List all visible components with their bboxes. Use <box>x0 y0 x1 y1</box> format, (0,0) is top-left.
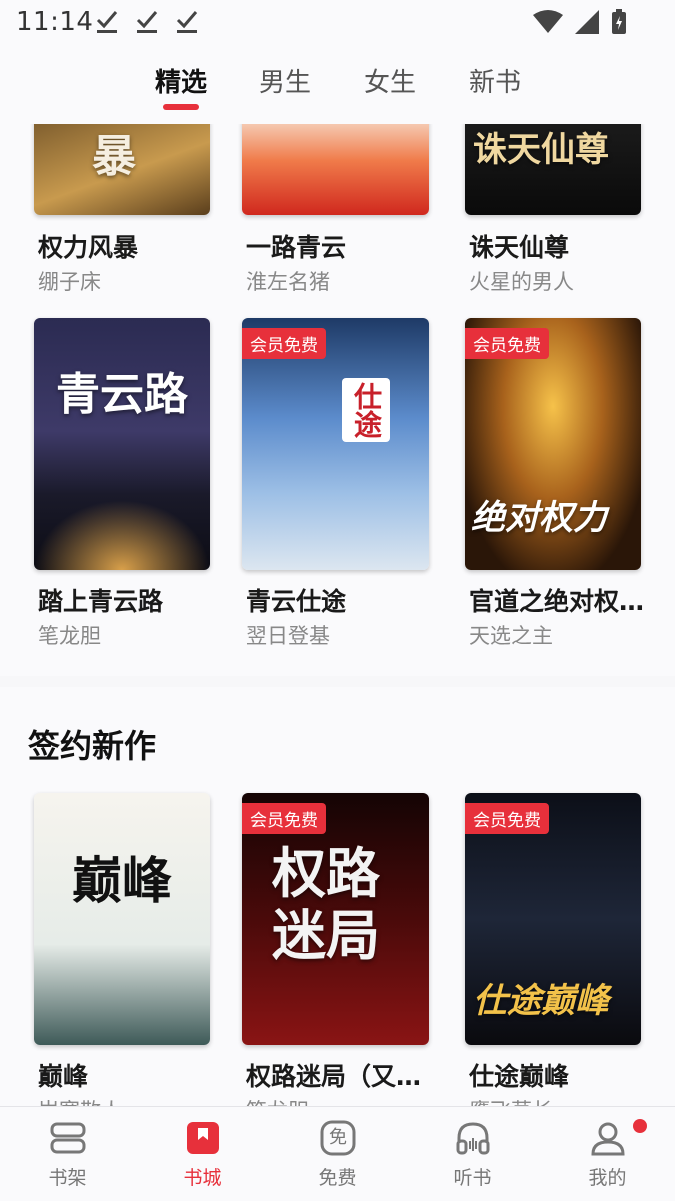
cover-title-text: 诛天仙尊 <box>473 130 609 170</box>
book-cover[interactable]: 青云路 <box>34 318 210 570</box>
book-title[interactable]: 官道之绝对权… <box>469 582 644 618</box>
cover-title-text: 绝对权力 <box>471 498 607 538</box>
signed-new-works-section: 签约新作 巅峰 巅峰 岁寒散人 会员免费 权路迷局 权路迷局（又… 笔龙胆 会员… <box>0 687 675 1106</box>
book-cover[interactable]: 会员免费 权路迷局 <box>242 793 429 1045</box>
download-done-icon <box>176 11 198 33</box>
status-time: 11:14 <box>16 7 94 37</box>
download-done-icon <box>96 11 118 33</box>
wifi-icon <box>533 10 563 33</box>
notification-icons <box>96 8 198 34</box>
member-free-badge: 会员免费 <box>465 328 549 359</box>
cover-title-text: 仕途 <box>342 378 390 442</box>
book-author: 淮左名猪 <box>246 270 330 294</box>
book-author: 笔龙胆 <box>246 1095 309 1106</box>
member-free-badge: 会员免费 <box>242 328 326 359</box>
book-author: 天选之主 <box>469 624 553 648</box>
nav-label: 听书 <box>453 1167 492 1189</box>
book-cover[interactable]: 暴 <box>34 124 210 215</box>
nav-label: 书架 <box>48 1167 87 1189</box>
cover-title-text: 青云路 <box>56 369 188 420</box>
tab-female[interactable]: 女生 <box>364 62 416 99</box>
book-title[interactable]: 权路迷局（又… <box>246 1057 421 1093</box>
book-cover[interactable]: 巅峰 <box>34 793 210 1045</box>
book-title[interactable]: 一路青云 <box>246 228 346 264</box>
book-title[interactable]: 仕途巅峰 <box>469 1057 569 1093</box>
active-tab-indicator <box>163 104 199 110</box>
tab-featured[interactable]: 精选 <box>155 62 207 99</box>
battery-icon <box>612 9 626 34</box>
notification-dot <box>633 1119 647 1133</box>
cover-title-text: 巅峰 <box>72 852 172 910</box>
book-author: 笔龙胆 <box>38 624 101 648</box>
book-title[interactable]: 诛天仙尊 <box>469 228 569 264</box>
tab-new-books[interactable]: 新书 <box>469 62 521 99</box>
nav-bookshelf[interactable]: 书架 <box>0 1107 135 1201</box>
category-tabs: 精选 男生 女生 新书 <box>0 46 675 124</box>
nav-audiobooks[interactable]: 听书 <box>405 1107 540 1201</box>
cover-title-text: 权路迷局 <box>272 842 380 967</box>
book-cover[interactable]: 会员免费 绝对权力 <box>465 318 641 570</box>
bookstore-icon <box>187 1122 219 1154</box>
book-title[interactable]: 踏上青云路 <box>38 582 163 618</box>
cover-title-text: 仕途巅峰 <box>473 981 609 1021</box>
nav-profile[interactable]: 我的 <box>540 1107 675 1201</box>
book-cover[interactable]: 会员免费 仕途巅峰 <box>465 793 641 1045</box>
signal-icon <box>575 10 599 34</box>
book-author: 岁寒散人 <box>38 1095 122 1106</box>
free-icon-glyph: 免 <box>329 1127 347 1148</box>
featured-section: 暴 权力风暴 绷子床 一路青云 淮左名猪 诛天仙尊 诛天仙尊 火星的男人 青云路… <box>0 124 675 676</box>
member-free-badge: 会员免费 <box>242 803 326 834</box>
nav-free[interactable]: 免 免费 <box>270 1107 405 1201</box>
book-title[interactable]: 权力风暴 <box>38 228 138 264</box>
book-cover[interactable]: 会员免费 仕途 <box>242 318 429 570</box>
bottom-navigation: 书架 书城 免 免费 听书 我的 <box>0 1106 675 1201</box>
nav-label: 书城 <box>183 1167 222 1189</box>
nav-label: 免费 <box>318 1167 357 1189</box>
book-title[interactable]: 巅峰 <box>38 1057 88 1093</box>
section-heading: 签约新作 <box>28 727 157 765</box>
cover-title-text: 暴 <box>92 131 136 182</box>
headphones-icon <box>456 1122 490 1155</box>
download-done-icon <box>136 11 158 33</box>
book-cover[interactable]: 诛天仙尊 <box>465 124 641 215</box>
content-scroll[interactable]: 暴 权力风暴 绷子床 一路青云 淮左名猪 诛天仙尊 诛天仙尊 火星的男人 青云路… <box>0 124 675 1106</box>
book-author: 鹰飞草长 <box>469 1095 553 1106</box>
tab-male[interactable]: 男生 <box>259 62 311 99</box>
book-author: 火星的男人 <box>469 270 574 294</box>
book-author: 绷子床 <box>38 270 101 294</box>
book-cover[interactable] <box>242 124 429 215</box>
member-free-badge: 会员免费 <box>465 803 549 834</box>
profile-icon <box>591 1122 625 1156</box>
nav-bookstore[interactable]: 书城 <box>135 1107 270 1201</box>
book-author: 翌日登基 <box>246 624 330 648</box>
system-icons <box>533 9 627 35</box>
nav-label: 我的 <box>588 1167 627 1189</box>
status-bar: 11:14 <box>0 0 675 46</box>
bookshelf-icon <box>50 1122 86 1154</box>
book-title[interactable]: 青云仕途 <box>246 582 346 618</box>
